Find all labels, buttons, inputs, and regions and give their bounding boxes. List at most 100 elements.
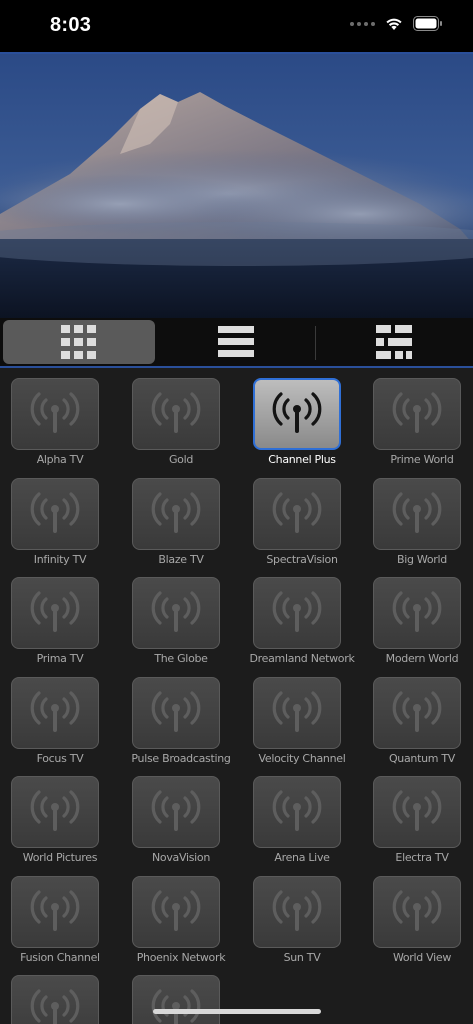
- channel-name: Quantum TV: [388, 751, 456, 765]
- channel-item[interactable]: Channel Plus: [242, 368, 362, 468]
- status-bar: 8:03: [0, 0, 473, 52]
- battery-icon: [413, 16, 442, 31]
- channel-name: Dreamland Network: [249, 652, 355, 665]
- channel-item[interactable]: Electra TV: [362, 766, 473, 866]
- channel-tile[interactable]: [253, 477, 341, 550]
- channel-item[interactable]: Quantum TV: [362, 667, 473, 767]
- compact-view-button[interactable]: [318, 320, 470, 364]
- status-time: 8:03: [50, 14, 92, 36]
- video-player[interactable]: [0, 52, 473, 318]
- channel-tile[interactable]: [253, 875, 341, 948]
- channel-name: Electra TV: [395, 851, 449, 864]
- channel-item[interactable]: Fusion Channel: [0, 866, 120, 966]
- channel-tile[interactable]: [132, 975, 220, 1024]
- channel-item[interactable]: Prime World: [362, 368, 473, 468]
- channel-item[interactable]: Prima TV: [0, 567, 120, 667]
- channel-name: Velocity Channel: [258, 751, 346, 765]
- channel-name: SpectraVision: [266, 552, 338, 566]
- channel-item[interactable]: Velocity Channel: [242, 667, 362, 767]
- channel-tile[interactable]: [11, 875, 99, 948]
- channel-item[interactable]: Phoenix Network: [121, 866, 241, 966]
- channel-item[interactable]: Dreamland Network: [242, 567, 362, 667]
- channel-name: Gold: [168, 453, 194, 466]
- channel-tile[interactable]: [253, 577, 341, 649]
- channel-item[interactable]: World Pictures: [0, 766, 120, 866]
- antenna-icon: [30, 591, 80, 632]
- channel-tile[interactable]: [373, 477, 461, 550]
- channel-tile[interactable]: [253, 676, 341, 749]
- antenna-icon: [392, 690, 442, 732]
- channel-tile[interactable]: [11, 577, 99, 649]
- channel-name: NovaVision: [151, 851, 211, 864]
- segment-divider: [315, 326, 316, 360]
- antenna-icon: [272, 790, 322, 831]
- channel-name: Modern World: [385, 652, 459, 665]
- channel-item[interactable]: [0, 965, 120, 1024]
- antenna-icon: [151, 690, 201, 732]
- channel-tile[interactable]: [132, 776, 220, 848]
- channel-item[interactable]: Pulse Broadcasting: [121, 667, 241, 767]
- channel-item[interactable]: Infinity TV: [0, 468, 120, 568]
- video-frame-image: [0, 54, 473, 318]
- channel-name: Phoenix Network: [136, 950, 226, 964]
- channel-tile[interactable]: [373, 676, 461, 749]
- antenna-icon: [272, 591, 322, 632]
- channel-tile[interactable]: [373, 577, 461, 649]
- channel-name: Big World: [397, 552, 447, 566]
- channel-item[interactable]: Modern World: [362, 567, 473, 667]
- channel-item[interactable]: Arena Live: [242, 766, 362, 866]
- channel-item[interactable]: [121, 965, 241, 1024]
- channel-item[interactable]: Big World: [362, 468, 473, 568]
- channel-name: Fusion Channel: [20, 950, 100, 964]
- antenna-icon: [392, 591, 442, 632]
- antenna-icon: [272, 889, 322, 931]
- channel-grid: Alpha TV Gold Channel Plus Prime World Infin…: [0, 368, 473, 1024]
- channel-item[interactable]: Sun TV: [242, 866, 362, 966]
- channel-name: Alpha TV: [36, 453, 84, 466]
- channel-tile[interactable]: [11, 776, 99, 848]
- channel-tile[interactable]: [253, 378, 341, 450]
- channel-name: World Pictures: [22, 851, 98, 864]
- channel-tile[interactable]: [132, 676, 220, 749]
- antenna-icon: [272, 491, 322, 533]
- channel-item[interactable]: Alpha TV: [0, 368, 120, 468]
- tv-app-screen: 8:03 Alpha TV Gold Channel Plus Prime Wo…: [0, 0, 473, 1024]
- antenna-icon: [30, 989, 80, 1024]
- channel-tile[interactable]: [132, 477, 220, 550]
- antenna-icon: [30, 889, 80, 931]
- channel-tile[interactable]: [11, 378, 99, 450]
- channel-name: World View: [392, 950, 452, 964]
- compact-grid-icon: [376, 325, 412, 359]
- channel-item[interactable]: Blaze TV: [121, 468, 241, 568]
- list-view-button[interactable]: [160, 320, 312, 364]
- channel-tile[interactable]: [11, 975, 99, 1024]
- channel-tile[interactable]: [132, 378, 220, 450]
- antenna-icon: [272, 690, 322, 732]
- antenna-icon: [392, 790, 442, 831]
- channel-tile[interactable]: [373, 378, 461, 450]
- channel-item[interactable]: SpectraVision: [242, 468, 362, 568]
- antenna-icon: [272, 392, 322, 433]
- channel-tile[interactable]: [11, 477, 99, 550]
- grid-view-button[interactable]: [3, 320, 155, 364]
- channel-item[interactable]: The Globe: [121, 567, 241, 667]
- channel-item[interactable]: Focus TV: [0, 667, 120, 767]
- channel-tile[interactable]: [253, 776, 341, 848]
- antenna-icon: [392, 392, 442, 433]
- channel-tile[interactable]: [373, 776, 461, 848]
- antenna-icon: [30, 690, 80, 732]
- channel-name: Sun TV: [283, 950, 321, 964]
- channel-item[interactable]: World View: [362, 866, 473, 966]
- antenna-icon: [151, 392, 201, 433]
- view-mode-switcher: [0, 318, 473, 368]
- antenna-icon: [151, 591, 201, 632]
- channel-item[interactable]: Gold: [121, 368, 241, 468]
- channel-tile[interactable]: [132, 577, 220, 649]
- channel-item[interactable]: NovaVision: [121, 766, 241, 866]
- channel-name: Arena Live: [274, 851, 330, 864]
- cellular-dots-icon: [350, 21, 375, 26]
- channel-tile[interactable]: [132, 875, 220, 948]
- channel-tile[interactable]: [11, 676, 99, 749]
- channel-name: Prime World: [390, 453, 454, 466]
- channel-tile[interactable]: [373, 875, 461, 948]
